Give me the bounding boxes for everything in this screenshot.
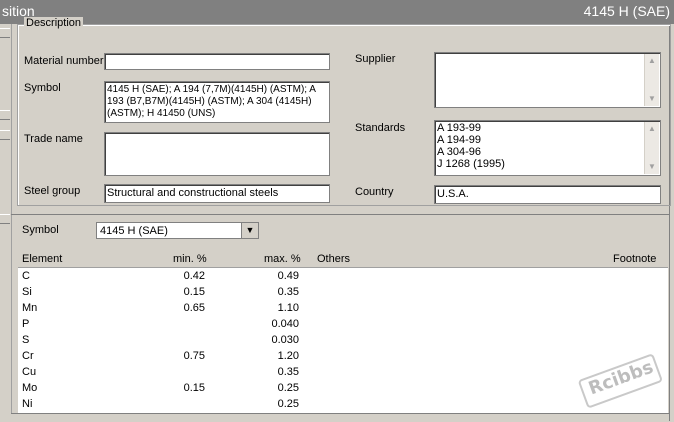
table-header: Element min. % max. % Others Footnote bbox=[18, 251, 668, 268]
steel-group-field[interactable]: Structural and constructional steels bbox=[104, 184, 330, 203]
country-field[interactable]: U.S.A. bbox=[434, 185, 661, 204]
table-row[interactable]: Mo 0.15 0.25 bbox=[18, 380, 668, 396]
cell-element: C bbox=[22, 270, 30, 282]
cell-max: 0.35 bbox=[277, 366, 299, 378]
table-row[interactable]: Mn 0.65 1.10 bbox=[18, 300, 668, 316]
cell-min: 0.42 bbox=[183, 270, 205, 282]
material-number-label: Material number bbox=[24, 55, 104, 67]
table-row[interactable]: P 0.040 bbox=[18, 316, 668, 332]
cell-element: Ni bbox=[22, 398, 33, 410]
column-header-others[interactable]: Others bbox=[317, 253, 350, 265]
cell-element: Cr bbox=[22, 350, 34, 362]
table-row[interactable]: Si 0.15 0.35 bbox=[18, 284, 668, 300]
composition-table: Element min. % max. % Others Footnote C 0… bbox=[18, 251, 668, 413]
standards-item[interactable]: A 304-96 bbox=[437, 146, 658, 158]
symbol-select-label: Symbol bbox=[22, 224, 59, 236]
left-strip-tab[interactable] bbox=[0, 28, 10, 38]
trade-name-label: Trade name bbox=[24, 133, 83, 145]
column-header-element[interactable]: Element bbox=[22, 253, 62, 265]
symbol-dropdown[interactable]: 4145 H (SAE) ▼ bbox=[96, 222, 259, 239]
symbol-dropdown-value: 4145 H (SAE) bbox=[100, 225, 168, 237]
cell-min: 0.75 bbox=[183, 350, 205, 362]
title-bar: sition 4145 H (SAE) bbox=[0, 0, 674, 24]
column-header-max[interactable]: max. % bbox=[264, 253, 301, 265]
standards-item[interactable]: A 193-99 bbox=[437, 122, 658, 134]
cell-element: S bbox=[22, 334, 30, 346]
scroll-down-icon[interactable]: ▼ bbox=[645, 92, 659, 106]
cell-max: 0.040 bbox=[271, 318, 299, 330]
cell-max: 0.25 bbox=[277, 398, 299, 410]
country-label: Country bbox=[355, 186, 394, 198]
cell-element: Si bbox=[22, 286, 32, 298]
standards-item[interactable]: A 194-99 bbox=[437, 134, 658, 146]
table-row[interactable]: Cr 0.75 1.20 bbox=[18, 348, 668, 364]
cell-max: 0.25 bbox=[277, 382, 299, 394]
cell-max: 1.20 bbox=[277, 350, 299, 362]
column-header-footnote[interactable]: Footnote bbox=[613, 253, 656, 265]
description-panel: Description Material number Symbol 4145 … bbox=[11, 17, 671, 215]
cell-element: Cu bbox=[22, 366, 37, 378]
description-group: Description Material number Symbol 4145 … bbox=[17, 17, 671, 206]
window-title-material: 4145 H (SAE) bbox=[583, 3, 670, 19]
steel-group-label: Steel group bbox=[24, 185, 81, 197]
cell-min: 0.15 bbox=[183, 286, 205, 298]
table-row[interactable]: S 0.030 bbox=[18, 332, 668, 348]
table-row[interactable]: Cu 0.35 bbox=[18, 364, 668, 380]
cell-max: 0.49 bbox=[277, 270, 299, 282]
cell-min: 0.15 bbox=[183, 382, 205, 394]
left-strip-tab[interactable] bbox=[0, 130, 10, 140]
chevron-down-icon[interactable]: ▼ bbox=[241, 223, 258, 238]
scroll-down-icon[interactable]: ▼ bbox=[645, 160, 659, 174]
symbol-label: Symbol bbox=[24, 82, 61, 94]
symbol-select-row: Symbol 4145 H (SAE) ▼ bbox=[11, 214, 669, 246]
column-header-min[interactable]: min. % bbox=[173, 253, 207, 265]
left-strip-tab[interactable] bbox=[0, 110, 10, 120]
table-row[interactable]: C 0.42 0.49 bbox=[18, 268, 668, 284]
left-strip-tab[interactable] bbox=[0, 214, 10, 224]
supplier-scrollbar[interactable]: ▲ ▼ bbox=[644, 54, 659, 106]
standards-label: Standards bbox=[355, 122, 406, 134]
table-row[interactable]: Ni 0.25 bbox=[18, 396, 668, 412]
trade-name-field[interactable] bbox=[104, 132, 330, 176]
supplier-field[interactable]: ▲ ▼ bbox=[434, 52, 661, 108]
cell-element: Mn bbox=[22, 302, 38, 314]
material-number-field[interactable] bbox=[104, 53, 330, 70]
standards-list[interactable]: A 193-99 A 194-99 A 304-96 J 1268 (1995)… bbox=[434, 120, 661, 176]
cell-min: 0.65 bbox=[183, 302, 205, 314]
scroll-up-icon[interactable]: ▲ bbox=[645, 54, 659, 68]
cell-max: 1.10 bbox=[277, 302, 299, 314]
cell-max: 0.030 bbox=[271, 334, 299, 346]
cell-max: 0.35 bbox=[277, 286, 299, 298]
cell-element: P bbox=[22, 318, 30, 330]
standards-item[interactable]: J 1268 (1995) bbox=[437, 158, 658, 170]
standards-scrollbar[interactable]: ▲ ▼ bbox=[644, 122, 659, 174]
description-legend: Description bbox=[24, 17, 84, 29]
symbol-field[interactable]: 4145 H (SAE); A 194 (7,7M)(4145H) (ASTM)… bbox=[104, 81, 330, 123]
scroll-up-icon[interactable]: ▲ bbox=[645, 122, 659, 136]
cell-element: Mo bbox=[22, 382, 38, 394]
supplier-label: Supplier bbox=[355, 53, 396, 65]
